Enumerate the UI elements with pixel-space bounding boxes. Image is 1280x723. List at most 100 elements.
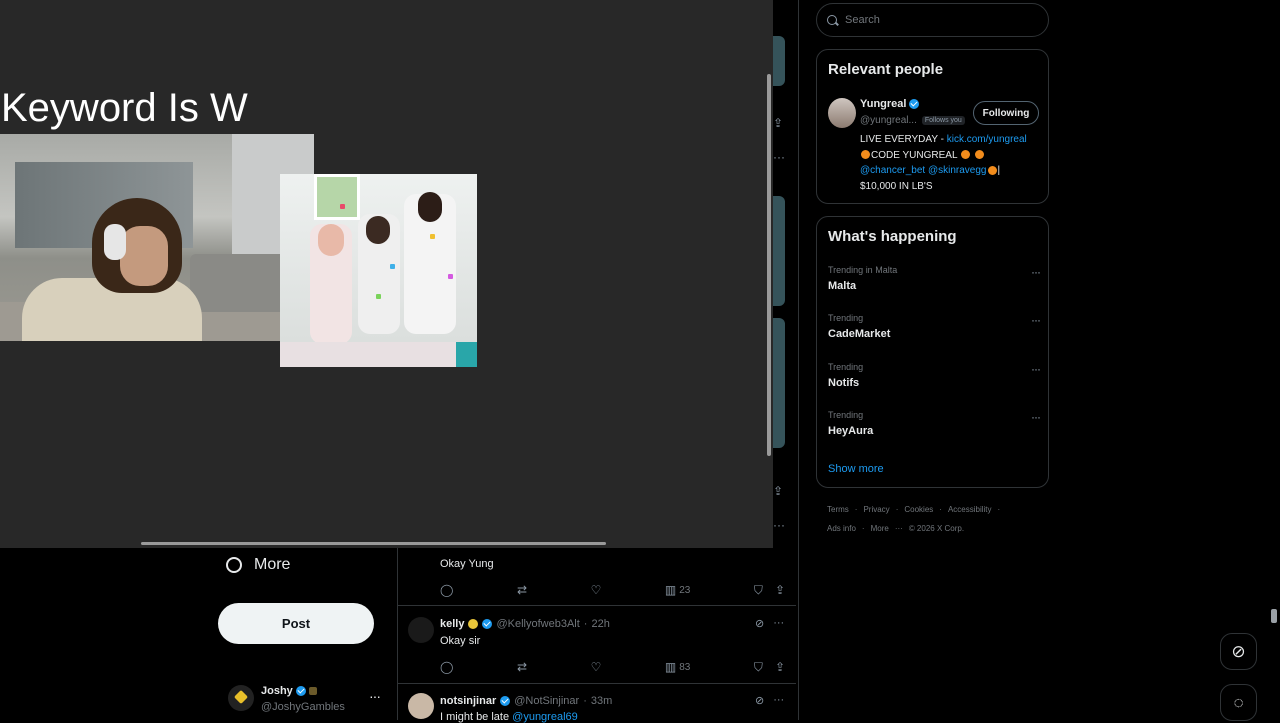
more-dots-icon[interactable]: ··· bbox=[773, 694, 784, 707]
footer-link[interactable]: More bbox=[871, 524, 889, 533]
bio-link[interactable]: kick.com/yungreal bbox=[947, 134, 1027, 145]
account-switcher[interactable]: Joshy @JoshyGambles ··· bbox=[226, 684, 386, 718]
retweet-icon[interactable]: ⇄ bbox=[517, 583, 527, 597]
tweet-actions: ◯ ⇄ ♡ ▥ 83 ⛉ ⇪ bbox=[440, 659, 785, 675]
views-count: 83 bbox=[679, 661, 691, 673]
tweet-author-handle[interactable]: @Kellyofweb3Alt bbox=[496, 618, 579, 630]
avatar[interactable] bbox=[828, 98, 856, 128]
page-scrollbar[interactable] bbox=[1271, 609, 1277, 623]
divider bbox=[398, 683, 796, 684]
grok-icon[interactable]: ⊘ bbox=[755, 617, 764, 630]
account-name: Joshy bbox=[261, 685, 293, 697]
stream-overlay: Keyword Is W bbox=[0, 0, 773, 548]
following-button[interactable]: Following bbox=[973, 101, 1039, 125]
footer-link[interactable]: Ads info bbox=[827, 524, 856, 533]
tweet-time[interactable]: 33m bbox=[591, 695, 612, 707]
person-name: Yungreal bbox=[860, 98, 907, 110]
avatar bbox=[228, 685, 254, 711]
overlay-scrollbar-vertical[interactable] bbox=[767, 74, 771, 456]
more-dots-icon[interactable]: ··· bbox=[1031, 362, 1041, 376]
bio-text: LIVE EVERYDAY - bbox=[860, 134, 947, 145]
person-name-row[interactable]: Yungreal bbox=[860, 98, 920, 110]
footer-link[interactable]: Privacy bbox=[863, 505, 889, 514]
trend-title: Malta bbox=[828, 280, 857, 292]
search-box[interactable] bbox=[816, 3, 1049, 37]
share-icon[interactable]: ⇪ bbox=[775, 660, 785, 674]
bookmark-icon[interactable]: ⛉ bbox=[754, 660, 763, 675]
trend-context: Trending bbox=[828, 313, 864, 323]
tweet-author-name[interactable]: kelly bbox=[440, 618, 464, 630]
reply-icon[interactable]: ◯ bbox=[440, 660, 453, 674]
nav-more[interactable]: More bbox=[226, 552, 290, 578]
views-button[interactable]: ▥ 83 bbox=[665, 660, 690, 674]
views-button[interactable]: ▥ 23 bbox=[665, 583, 690, 597]
share-icon[interactable]: ⇪ bbox=[775, 583, 785, 597]
tweet-author-handle[interactable]: @NotSinjinar bbox=[514, 695, 579, 707]
webcam-feed bbox=[0, 134, 314, 341]
post-button[interactable]: Post bbox=[218, 603, 374, 644]
show-more-link[interactable]: Show more bbox=[828, 463, 884, 475]
grok-icon[interactable]: ⊘ bbox=[755, 694, 764, 707]
orange-circle-icon bbox=[960, 150, 970, 160]
views-count: 23 bbox=[679, 584, 691, 596]
trend-context: Trending in Malta bbox=[828, 265, 898, 275]
like-icon[interactable]: ♡ bbox=[591, 660, 602, 674]
more-dots-icon[interactable]: ··· bbox=[773, 617, 784, 630]
orange-circle-icon bbox=[987, 165, 997, 175]
more-dots-icon[interactable]: ··· bbox=[1031, 410, 1041, 424]
trend-context: Trending bbox=[828, 362, 864, 372]
tweet-top-actions: ⊘ ··· bbox=[755, 617, 784, 630]
footer-link[interactable]: Cookies bbox=[904, 505, 933, 514]
keyword-text: Keyword Is W bbox=[1, 86, 248, 130]
trend-item[interactable]: Trending Notifs ··· bbox=[828, 362, 1041, 394]
affiliate-icon bbox=[308, 687, 317, 695]
orange-circle-icon bbox=[861, 150, 870, 160]
follows-you-badge: Follows you bbox=[921, 116, 965, 125]
trend-title: HeyAura bbox=[828, 425, 874, 437]
footer-link[interactable]: Terms bbox=[827, 505, 849, 514]
grok-button[interactable]: ⊘ bbox=[1220, 633, 1257, 670]
person-handle[interactable]: @yungreal... bbox=[860, 115, 917, 126]
bio-mention[interactable]: @skinravegg bbox=[928, 165, 987, 176]
footer-links: Ads info · More ··· © 2026 X Corp. bbox=[827, 524, 965, 533]
like-icon[interactable]: ♡ bbox=[591, 583, 602, 597]
share-icon[interactable]: ⇪ bbox=[773, 116, 783, 130]
messages-icon: ◌ bbox=[1233, 692, 1244, 712]
more-dots-icon[interactable]: ··· bbox=[773, 518, 785, 532]
trend-item[interactable]: Trending CadeMarket ··· bbox=[828, 313, 1041, 345]
views-icon: ▥ bbox=[664, 583, 677, 597]
grok-icon: ⊘ bbox=[1231, 641, 1246, 661]
tweet-time[interactable]: 22h bbox=[591, 618, 609, 630]
bio-mention[interactable]: @chancer_bet bbox=[860, 165, 925, 176]
more-dots-icon[interactable]: ··· bbox=[773, 150, 785, 164]
trend-item[interactable]: Trending in Malta Malta ··· bbox=[828, 265, 1041, 297]
reply-icon[interactable]: ◯ bbox=[440, 583, 453, 597]
share-icon[interactable]: ⇪ bbox=[773, 484, 783, 498]
avatar[interactable] bbox=[408, 693, 434, 719]
tweet-text: Okay sir bbox=[440, 635, 481, 647]
tweet-actions: ◯ ⇄ ♡ ▥ 23 ⛉ ⇪ bbox=[440, 582, 785, 598]
divider bbox=[398, 605, 796, 606]
more-dots-icon[interactable]: ··· bbox=[369, 688, 381, 704]
search-input[interactable] bbox=[843, 13, 1027, 27]
tweet-text: Okay Yung bbox=[440, 558, 494, 570]
tweet-text-body: I might be late bbox=[440, 711, 510, 723]
person-bio: LIVE EVERYDAY - kick.com/yungreal CODE Y… bbox=[860, 134, 1027, 192]
more-dots-icon[interactable]: ··· bbox=[1031, 313, 1041, 327]
tweet-author-name[interactable]: notsinjinar bbox=[440, 695, 496, 707]
section-title: What's happening bbox=[828, 228, 957, 245]
trend-item[interactable]: Trending HeyAura ··· bbox=[828, 410, 1041, 442]
retweet-icon[interactable]: ⇄ bbox=[517, 660, 527, 674]
mention-link[interactable]: @yungreal69 bbox=[512, 711, 578, 723]
feed-strip: ⇪ ··· ⇪ ··· bbox=[773, 0, 797, 548]
avatar[interactable] bbox=[408, 617, 434, 643]
more-dots-icon[interactable]: ··· bbox=[1031, 265, 1041, 279]
tweet-header: notsinjinar @NotSinjinar · 33m bbox=[440, 695, 613, 707]
messages-button[interactable]: ◌ bbox=[1220, 684, 1257, 721]
media-thumbnail bbox=[773, 36, 785, 86]
tweet-top-actions: ⊘ ··· bbox=[755, 694, 784, 707]
bookmark-icon[interactable]: ⛉ bbox=[754, 583, 763, 598]
footer-link[interactable]: Accessibility bbox=[948, 505, 992, 514]
overlay-scrollbar-horizontal[interactable] bbox=[141, 542, 606, 545]
tweet-header: kelly @Kellyofweb3Alt · 22h bbox=[440, 618, 610, 630]
